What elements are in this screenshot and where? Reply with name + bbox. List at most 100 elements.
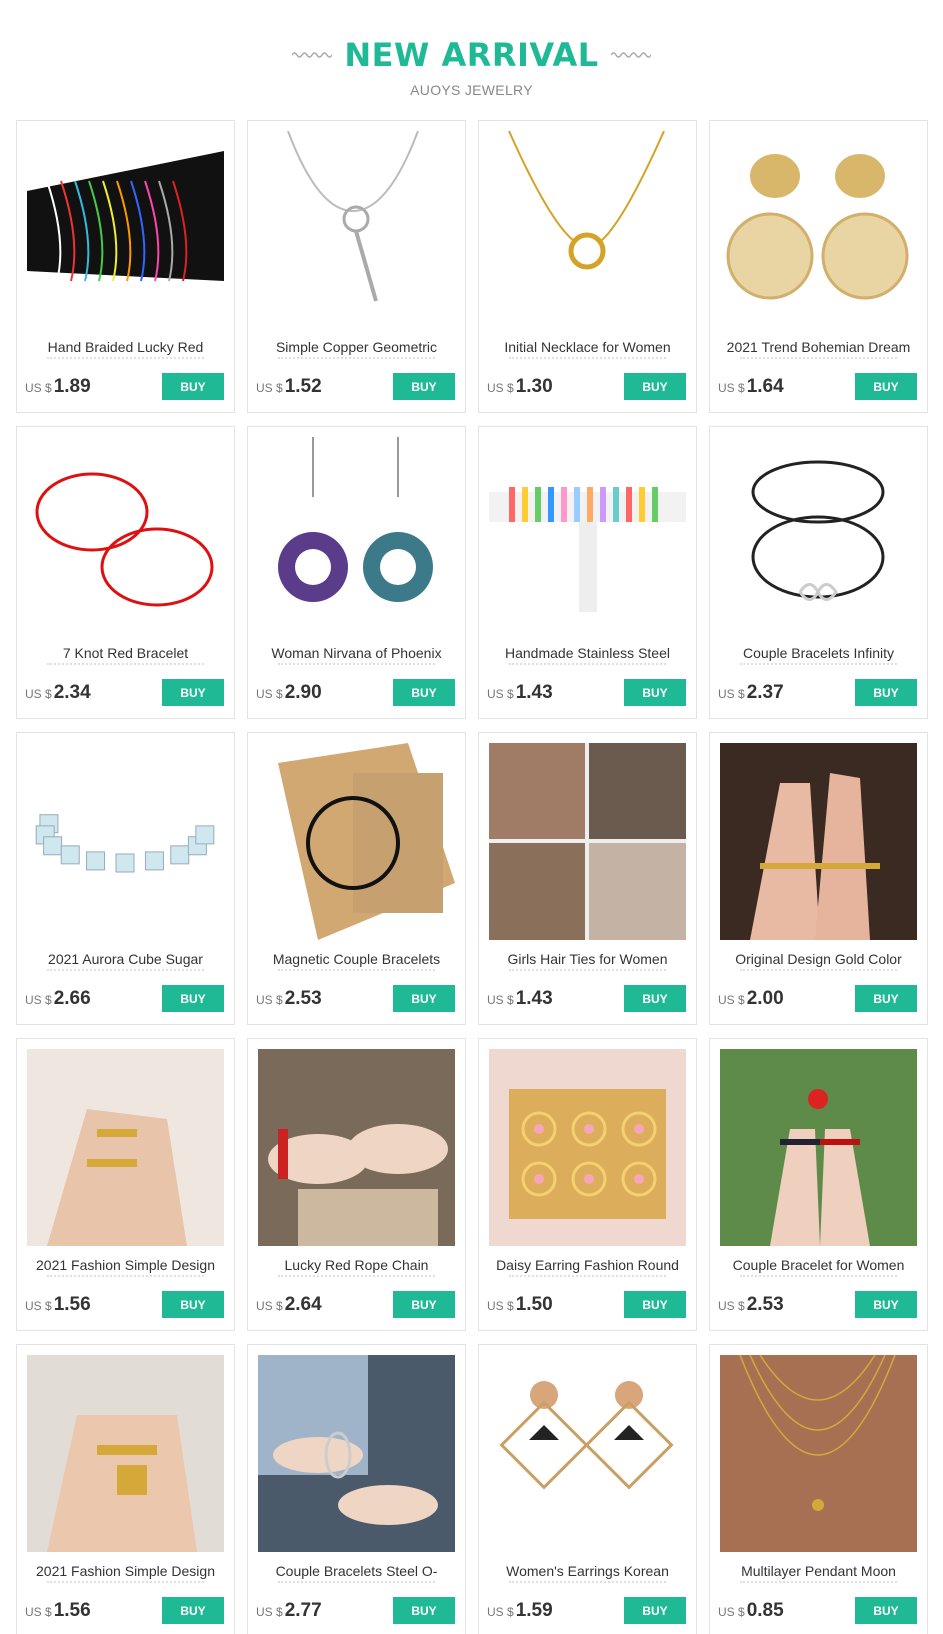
product-card[interactable]: 7 Knot Red Bracelet US $ 2.34 BUY [16,426,235,719]
product-name[interactable]: Lucky Red Rope Chain [254,1257,459,1273]
product-image[interactable] [489,131,686,328]
product-name[interactable]: Multilayer Pendant Moon [716,1563,921,1579]
cube-bracelet-icon [27,743,224,940]
buy-button[interactable]: BUY [624,1291,686,1318]
product-name[interactable]: Hand Braided Lucky Red [23,339,228,355]
buy-button[interactable]: BUY [162,373,224,400]
product-image[interactable] [720,1355,917,1552]
product-name[interactable]: Handmade Stainless Steel [485,645,690,661]
price: US $ 1.56 [25,1294,91,1316]
product-card[interactable]: 2021 Trend Bohemian Dream US $ 1.64 BUY [709,120,928,413]
buy-button[interactable]: BUY [855,373,917,400]
truncated-name-line [47,969,204,971]
buy-button[interactable]: BUY [162,1291,224,1318]
buy-button[interactable]: BUY [393,679,455,706]
product-image[interactable] [720,437,917,634]
price: US $ 1.50 [487,1294,553,1316]
product-name[interactable]: Daisy Earring Fashion Round [485,1257,690,1273]
gold-rings-hand-icon [720,743,917,940]
product-image[interactable] [720,743,917,940]
product-name[interactable]: 2021 Fashion Simple Design [23,1257,228,1273]
truncated-name-line [47,663,204,665]
product-name[interactable]: 2021 Trend Bohemian Dream [716,339,921,355]
product-name[interactable]: Women's Earrings Korean [485,1563,690,1579]
product-name[interactable]: Couple Bracelets Infinity [716,645,921,661]
product-card[interactable]: Hand Braided Lucky Red US $ 1.89 BUY [16,120,235,413]
buy-button[interactable]: BUY [393,373,455,400]
product-image[interactable] [27,1355,224,1552]
product-card[interactable]: Simple Copper Geometric US $ 1.52 BUY [247,120,466,413]
product-name[interactable]: Woman Nirvana of Phoenix [254,645,459,661]
buy-button[interactable]: BUY [162,985,224,1012]
buy-button[interactable]: BUY [855,679,917,706]
product-card[interactable]: Magnetic Couple Bracelets US $ 2.53 BUY [247,732,466,1025]
price: US $ 2.90 [256,682,322,704]
product-card[interactable]: Lucky Red Rope Chain US $ 2.64 BUY [247,1038,466,1331]
product-image[interactable] [720,131,917,328]
buy-button[interactable]: BUY [162,1597,224,1624]
product-name[interactable]: Simple Copper Geometric [254,339,459,355]
product-image[interactable] [720,1049,917,1246]
buy-button[interactable]: BUY [624,985,686,1012]
truncated-name-line [278,1581,435,1583]
daisy-earrings-tray-icon [489,1049,686,1246]
product-name[interactable]: Magnetic Couple Bracelets [254,951,459,967]
product-card[interactable]: Multilayer Pendant Moon US $ 0.85 BUY [709,1344,928,1634]
product-card[interactable]: Couple Bracelets Steel O- US $ 2.77 BUY [247,1344,466,1634]
product-card[interactable]: Initial Necklace for Women US $ 1.30 BUY [478,120,697,413]
product-card[interactable]: Handmade Stainless Steel US $ 1.43 BUY [478,426,697,719]
buy-button[interactable]: BUY [393,1597,455,1624]
product-image[interactable] [27,131,224,328]
buy-button[interactable]: BUY [855,1291,917,1318]
product-image[interactable] [27,743,224,940]
product-image[interactable] [258,1049,455,1246]
buy-button[interactable]: BUY [624,1597,686,1624]
product-card[interactable]: Couple Bracelets Infinity US $ 2.37 BUY [709,426,928,719]
product-card[interactable]: Daisy Earring Fashion Round US $ 1.50 BU… [478,1038,697,1331]
product-image[interactable] [489,1355,686,1552]
product-name[interactable]: 2021 Aurora Cube Sugar [23,951,228,967]
buy-button[interactable]: BUY [855,1597,917,1624]
product-image[interactable] [489,743,686,940]
product-image[interactable] [489,437,686,634]
product-card[interactable]: Couple Bracelet for Women US $ 2.53 BUY [709,1038,928,1331]
buy-button[interactable]: BUY [393,1291,455,1318]
buy-button[interactable]: BUY [162,679,224,706]
product-name[interactable]: Girls Hair Ties for Women [485,951,690,967]
truncated-name-line [740,1581,897,1583]
product-image[interactable] [489,1049,686,1246]
product-image[interactable] [258,131,455,328]
buy-button[interactable]: BUY [393,985,455,1012]
buy-button[interactable]: BUY [624,679,686,706]
currency-label: US $ [256,687,283,701]
red-string-bracelet-icon [27,437,224,634]
section-subtitle: AUOYS JEWELRY [410,82,533,98]
price: US $ 1.89 [25,376,91,398]
product-image[interactable] [258,1355,455,1552]
product-image[interactable] [27,437,224,634]
product-image[interactable] [258,743,455,940]
product-name[interactable]: Couple Bracelets Steel O- [254,1563,459,1579]
currency-label: US $ [718,993,745,1007]
product-image[interactable] [27,1049,224,1246]
product-card[interactable]: Women's Earrings Korean US $ 1.59 BUY [478,1344,697,1634]
wave-ornament-right-icon [610,52,651,58]
product-card[interactable]: 2021 Fashion Simple Design US $ 1.56 BUY [16,1038,235,1331]
product-name[interactable]: Original Design Gold Color [716,951,921,967]
product-image[interactable] [258,437,455,634]
product-card[interactable]: 2021 Aurora Cube Sugar US $ 2.66 BUY [16,732,235,1025]
buy-button[interactable]: BUY [855,985,917,1012]
product-name[interactable]: 2021 Fashion Simple Design [23,1563,228,1579]
product-card[interactable]: Girls Hair Ties for Women US $ 1.43 BUY [478,732,697,1025]
product-name[interactable]: Couple Bracelet for Women [716,1257,921,1273]
product-name[interactable]: Initial Necklace for Women [485,339,690,355]
product-name[interactable]: 7 Knot Red Bracelet [23,645,228,661]
product-card[interactable]: Woman Nirvana of Phoenix US $ 2.90 BUY [247,426,466,719]
price-amount: 2.64 [284,1294,322,1315]
price: US $ 1.43 [487,682,553,704]
product-card[interactable]: Original Design Gold Color US $ 2.00 BUY [709,732,928,1025]
truncated-name-line [740,969,897,971]
buy-button[interactable]: BUY [624,373,686,400]
product-card[interactable]: 2021 Fashion Simple Design US $ 1.56 BUY [16,1344,235,1634]
truncated-name-line [740,663,897,665]
